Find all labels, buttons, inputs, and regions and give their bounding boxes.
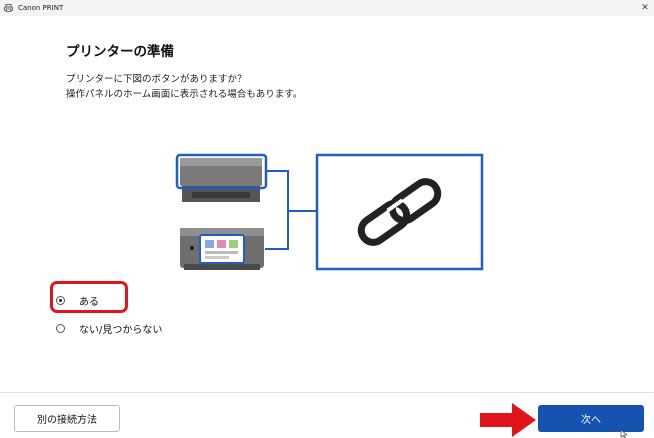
close-window-button[interactable]: ✕ <box>638 0 652 16</box>
page-title: プリンターの準備 <box>66 44 174 60</box>
highlight-annotation <box>50 281 128 313</box>
other-connection-method-button[interactable]: 別の接続方法 <box>14 405 120 432</box>
description-line-1: プリンターに下図のボタンがありますか？ <box>66 74 247 85</box>
next-button[interactable]: 次へ <box>538 405 644 432</box>
window-title: Canon PRINT <box>18 4 64 12</box>
page-description: プリンターに下図のボタンがありますか？ 操作パネルのホーム画面に表示される場合も… <box>66 72 302 102</box>
printer-illustration <box>170 152 486 272</box>
printer-top-image <box>175 153 268 202</box>
title-bar: Canon PRINT ✕ <box>0 0 654 16</box>
printer-bottom-image <box>180 228 264 270</box>
description-line-2: 操作パネルのホーム画面に表示される場合もあります。 <box>66 89 303 100</box>
arrow-annotation <box>480 403 536 437</box>
printer-icon <box>4 4 13 12</box>
mouse-cursor-icon <box>620 430 628 438</box>
option-no-label: ない/見つからない <box>79 325 163 336</box>
radio-no[interactable] <box>56 324 65 333</box>
option-no[interactable]: ない/見つからない <box>56 321 162 336</box>
canon-print-window: Canon PRINT ✕ プリンターの準備 プリンターに下図のボタンがあります… <box>0 0 654 438</box>
